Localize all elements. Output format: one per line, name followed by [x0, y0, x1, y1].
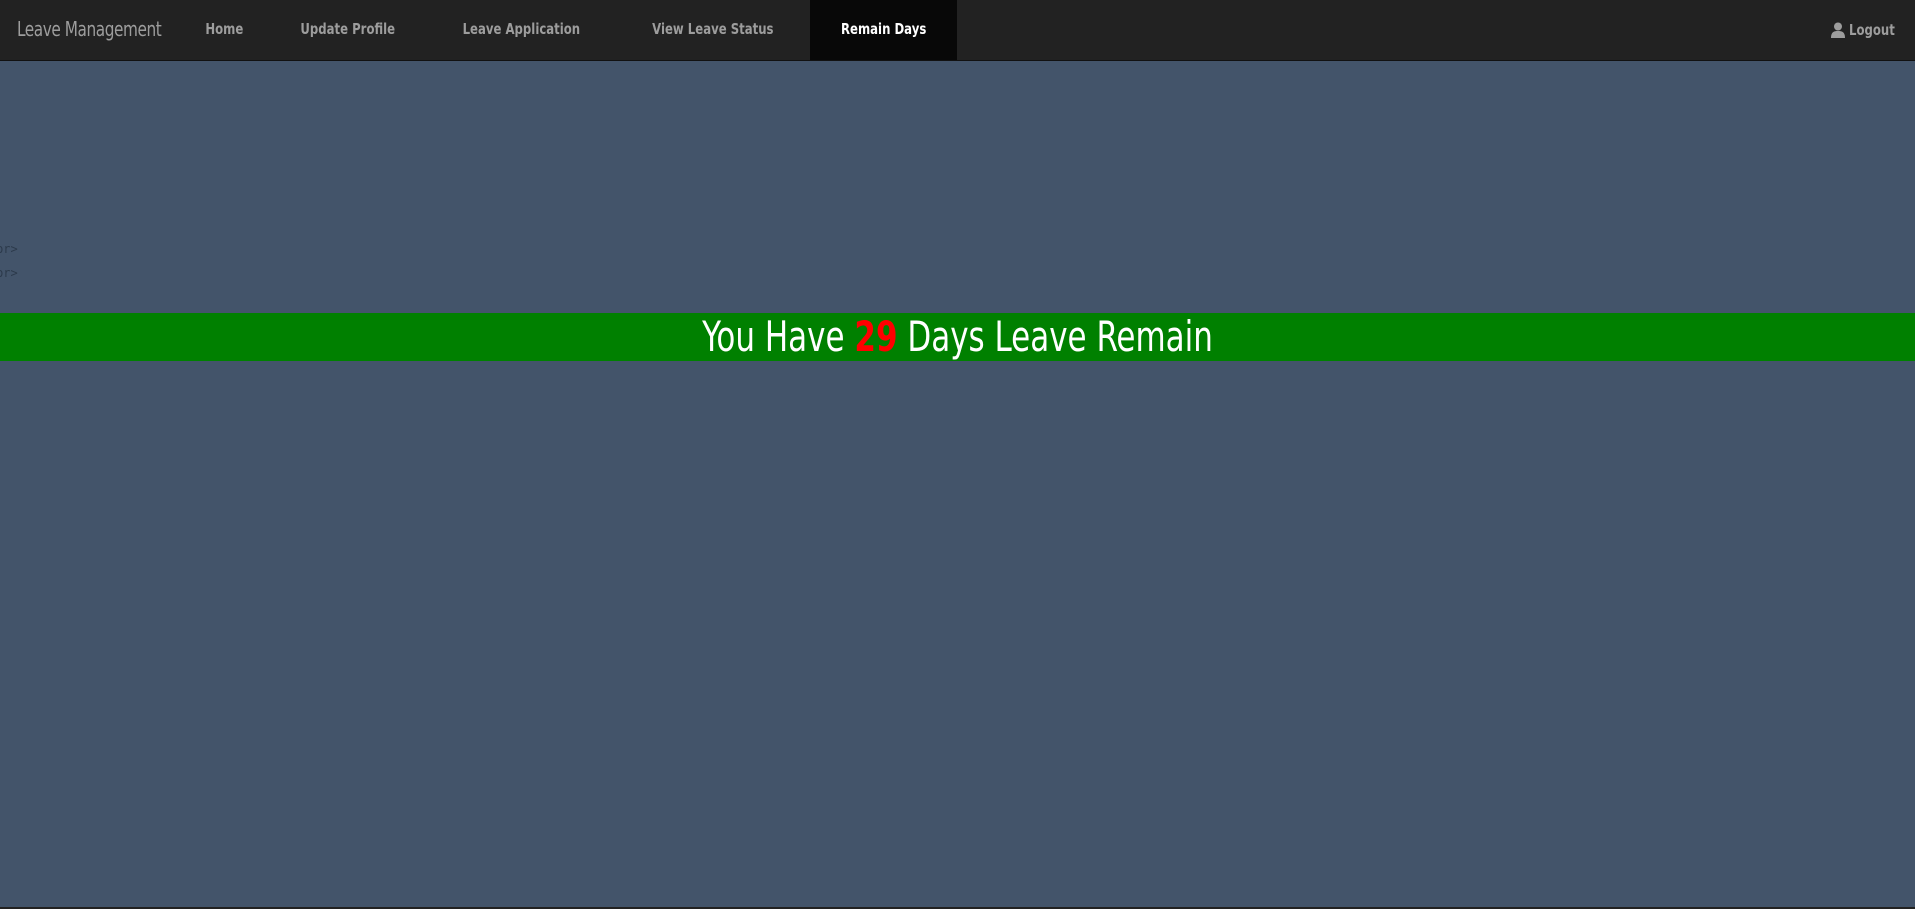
brand-link[interactable]: Leave Management — [17, 0, 162, 60]
top-navbar: Leave Management Home Update Profile Lea… — [0, 0, 1915, 61]
remaining-days-count: 29 — [854, 312, 898, 361]
nav-item-label: Leave Application — [462, 20, 581, 38]
nav-item-remain-days[interactable]: Remain Days — [809, 0, 957, 60]
nav-item-label: View Leave Status — [651, 20, 774, 38]
nav-menu: Home Update Profile Leave Application Vi… — [181, 0, 957, 60]
nav-item-home[interactable]: Home — [181, 0, 268, 60]
logout-link[interactable]: Logout — [1831, 0, 1898, 60]
banner-message: You Have 29 Days Leave Remain — [702, 313, 1213, 361]
nav-item-view-leave-status[interactable]: View Leave Status — [616, 0, 810, 60]
nav-item-label: Remain Days — [840, 20, 926, 38]
banner-prefix: You Have — [702, 312, 845, 361]
remaining-days-banner: You Have 29 Days Leave Remain — [0, 313, 1915, 361]
user-icon — [1831, 22, 1846, 38]
nav-item-label: Update Profile — [300, 20, 395, 38]
stray-markup-text: br> — [0, 242, 18, 256]
banner-suffix: Days Leave Remain — [907, 312, 1213, 361]
nav-item-update-profile[interactable]: Update Profile — [268, 0, 427, 60]
nav-item-leave-application[interactable]: Leave Application — [427, 0, 616, 60]
logout-label: Logout — [1849, 21, 1896, 39]
nav-item-label: Home — [205, 20, 244, 38]
stray-markup-text: br> — [0, 266, 18, 280]
